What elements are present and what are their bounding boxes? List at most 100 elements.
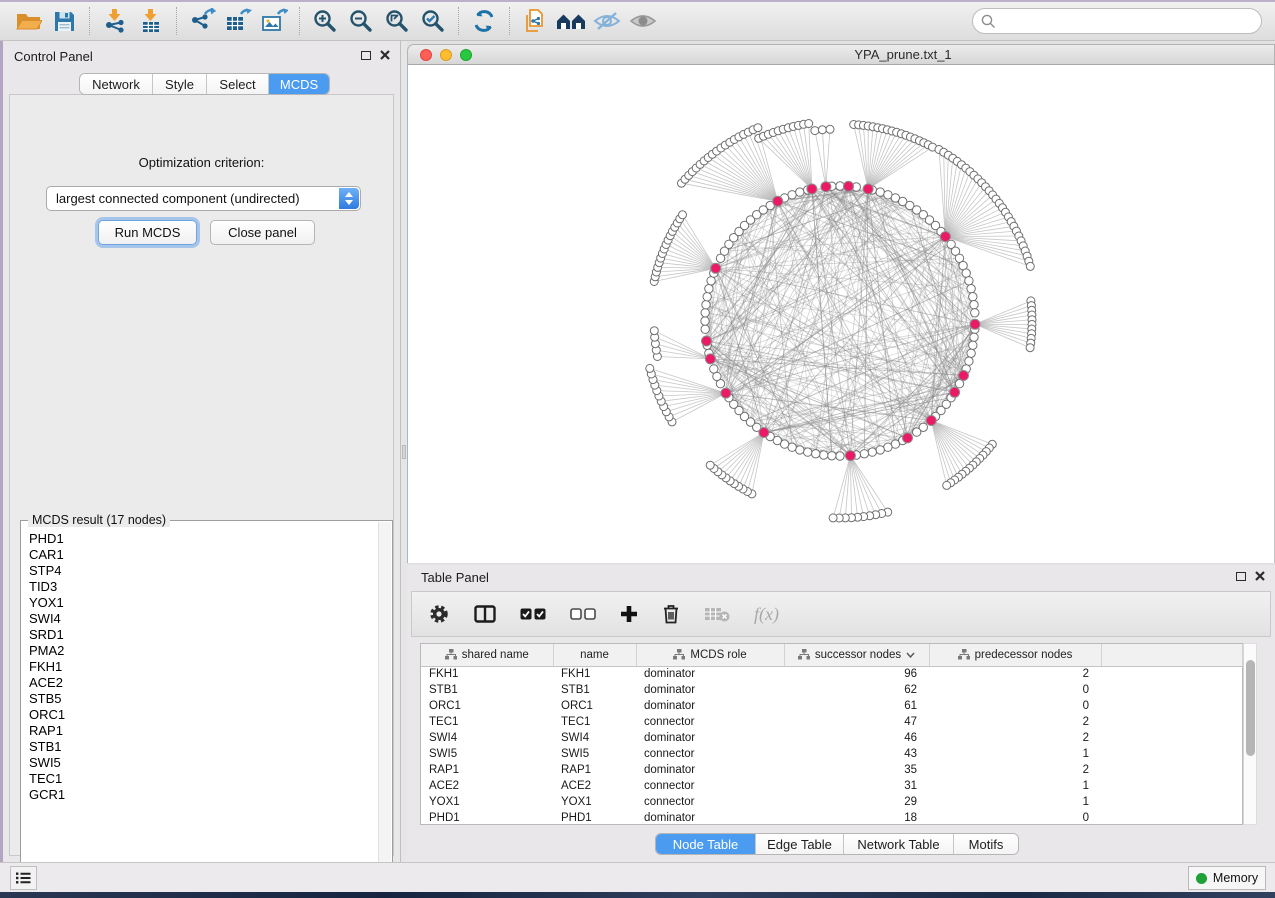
column-header-mcds-role[interactable]: MCDS role: [636, 644, 784, 666]
close-table-panel-icon[interactable]: [1255, 571, 1265, 581]
column-header-shared-name[interactable]: shared name: [421, 644, 553, 666]
maximize-window-icon[interactable]: [460, 49, 472, 61]
dominator-node[interactable]: [773, 196, 783, 206]
tab-style[interactable]: Style: [153, 74, 207, 94]
mcds-result-item[interactable]: RAP1: [29, 723, 376, 739]
network-node[interactable]: [913, 428, 921, 436]
mcds-result-item[interactable]: SWI5: [29, 755, 376, 771]
deselect-all-icon[interactable]: [570, 608, 596, 620]
column-header-predecessor-nodes[interactable]: predecessor nodes: [929, 644, 1101, 666]
zoom-out-icon[interactable]: [343, 5, 379, 37]
network-node[interactable]: [679, 211, 687, 219]
show-all-icon[interactable]: [625, 5, 661, 37]
save-icon[interactable]: [46, 5, 82, 37]
network-node[interactable]: [707, 277, 715, 285]
dominator-node[interactable]: [903, 433, 913, 443]
close-panel-icon[interactable]: [380, 50, 390, 60]
network-node[interactable]: [650, 327, 658, 335]
splitter-grip[interactable]: [402, 445, 406, 459]
delete-icon[interactable]: [662, 604, 680, 624]
table-row[interactable]: TEC1TEC1connector472: [421, 714, 1242, 730]
table-row[interactable]: ACE2ACE2connector311: [421, 778, 1242, 794]
memory-button[interactable]: Memory: [1188, 866, 1266, 890]
open-icon[interactable]: [10, 5, 46, 37]
network-node[interactable]: [876, 446, 884, 454]
dominator-node[interactable]: [705, 354, 715, 364]
tab-mcds[interactable]: MCDS: [269, 74, 329, 94]
column-header-name[interactable]: name: [553, 644, 636, 666]
dominator-node[interactable]: [845, 451, 855, 461]
network-node[interactable]: [962, 269, 970, 277]
network-node[interactable]: [812, 450, 820, 458]
network-node[interactable]: [943, 481, 951, 489]
network-node[interactable]: [884, 443, 892, 451]
network-node[interactable]: [828, 452, 836, 460]
dominator-node[interactable]: [844, 181, 854, 191]
mcds-result-item[interactable]: STB5: [29, 691, 376, 707]
show-panels-button[interactable]: [10, 866, 37, 890]
duplicate-network-icon[interactable]: [517, 5, 553, 37]
tab-motifs[interactable]: Motifs: [954, 834, 1018, 854]
add-icon[interactable]: [620, 605, 638, 623]
close-window-icon[interactable]: [420, 49, 432, 61]
close-panel-button[interactable]: Close panel: [210, 220, 315, 245]
dominator-node[interactable]: [926, 416, 936, 426]
network-node[interactable]: [971, 309, 979, 317]
network-node[interactable]: [701, 309, 709, 317]
tab-select[interactable]: Select: [207, 74, 269, 94]
table-row[interactable]: RAP1RAP1dominator352: [421, 762, 1242, 778]
network-node[interactable]: [646, 364, 654, 372]
export-network-icon[interactable]: [184, 5, 220, 37]
refresh-icon[interactable]: [466, 5, 502, 37]
search-input[interactable]: [972, 8, 1262, 34]
table-row[interactable]: SWI5SWI5connector431: [421, 746, 1242, 762]
gear-icon[interactable]: [428, 603, 450, 625]
export-table-icon[interactable]: [220, 5, 256, 37]
table-scrollbar[interactable]: [1243, 643, 1257, 825]
table-scrollbar-thumb[interactable]: [1246, 660, 1255, 756]
network-node[interactable]: [836, 452, 844, 460]
first-neighbors-icon[interactable]: [553, 5, 589, 37]
network-node[interactable]: [969, 341, 977, 349]
network-node[interactable]: [967, 285, 975, 293]
network-node[interactable]: [829, 514, 837, 522]
network-graph[interactable]: [408, 65, 1274, 562]
mcds-result-item[interactable]: PMA2: [29, 643, 376, 659]
mcds-result-item[interactable]: FKH1: [29, 659, 376, 675]
mcds-result-item[interactable]: PHD1: [29, 531, 376, 547]
network-node[interactable]: [970, 301, 978, 309]
import-network-icon[interactable]: [97, 5, 133, 37]
network-node[interactable]: [805, 120, 813, 128]
table-row[interactable]: FKH1FKH1dominator962: [421, 666, 1242, 682]
dominator-node[interactable]: [711, 263, 721, 273]
dominator-node[interactable]: [863, 184, 873, 194]
network-node[interactable]: [804, 448, 812, 456]
zoom-in-icon[interactable]: [307, 5, 343, 37]
network-node[interactable]: [965, 357, 973, 365]
network-node[interactable]: [820, 451, 828, 459]
network-node[interactable]: [706, 461, 714, 469]
mcds-result-item[interactable]: CAR1: [29, 547, 376, 563]
network-node[interactable]: [703, 293, 711, 301]
network-node[interactable]: [826, 125, 834, 133]
mcds-result-item[interactable]: ACE2: [29, 675, 376, 691]
import-table-icon[interactable]: [133, 5, 169, 37]
table-row[interactable]: PHD1PHD1dominator180: [421, 810, 1242, 826]
network-node[interactable]: [818, 126, 826, 134]
network-node[interactable]: [970, 333, 978, 341]
tab-network-table[interactable]: Network Table: [844, 834, 954, 854]
network-node[interactable]: [701, 325, 709, 333]
hide-selected-icon[interactable]: [589, 5, 625, 37]
network-node[interactable]: [710, 365, 718, 373]
mcds-result-item[interactable]: TID3: [29, 579, 376, 595]
table-row[interactable]: YOX1YOX1connector291: [421, 794, 1242, 810]
dominator-node[interactable]: [940, 232, 950, 242]
network-node[interactable]: [965, 277, 973, 285]
mcds-result-item[interactable]: STP4: [29, 563, 376, 579]
mcds-result-item[interactable]: SWI4: [29, 611, 376, 627]
dominator-node[interactable]: [721, 388, 731, 398]
network-node[interactable]: [868, 448, 876, 456]
network-node[interactable]: [788, 191, 796, 199]
dominator-node[interactable]: [821, 182, 831, 192]
tab-node-table[interactable]: Node Table: [656, 834, 756, 854]
